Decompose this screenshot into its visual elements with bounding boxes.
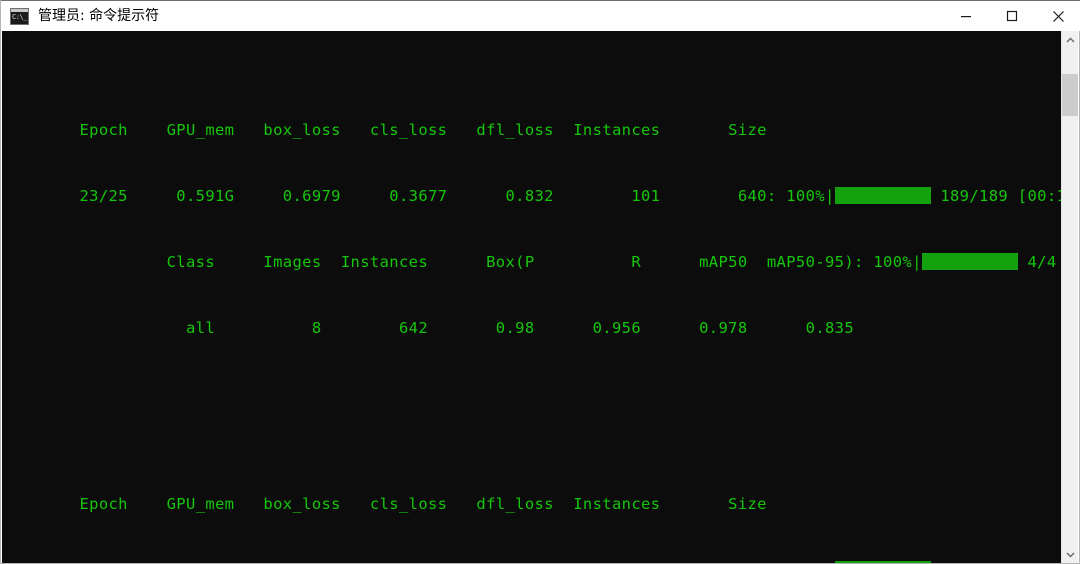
train-progress-suffix: 189/189 [00:15<00:00, 1 [931, 561, 1063, 563]
val-header-text: Class Images Instances Box(P R mAP50 mAP… [2, 253, 922, 271]
command-prompt-window: C:\_ 管理员: 命令提示符 Epoch GPU_mem box_loss c… [0, 0, 1080, 564]
val-progress-suffix: 4/4 [00:00<0 [1027, 253, 1057, 271]
val-header-row: Class Images Instances Box(P R mAP50 mAP… [2, 251, 1063, 273]
scroll-down-button[interactable] [1062, 546, 1078, 563]
val-values-text: all 8 642 0.98 0.956 0.978 0.835 [2, 319, 854, 337]
epoch-header-text: Epoch GPU_mem box_loss cls_loss dfl_loss… [2, 121, 767, 139]
close-button[interactable] [1035, 1, 1080, 32]
title-bar[interactable]: C:\_ 管理员: 命令提示符 [1, 0, 1080, 31]
console-icon-glyph: C:\_ [12, 12, 27, 21]
scrollbar-thumb[interactable] [1062, 74, 1078, 116]
scrollbar-track[interactable] [1062, 48, 1078, 546]
console-text: Epoch GPU_mem box_loss cls_loss dfl_loss… [2, 31, 1063, 563]
epoch-header-row: Epoch GPU_mem box_loss cls_loss dfl_loss… [2, 493, 1063, 515]
epoch-values-row: 24/25 0.631G 0.7003 0.3637 0.8319 169 64… [2, 559, 1063, 563]
val-values-row: all 8 642 0.98 0.956 0.978 0.835 [2, 317, 1063, 339]
console-output-area[interactable]: Epoch GPU_mem box_loss cls_loss dfl_loss… [2, 31, 1063, 563]
epoch-values-text: 23/25 0.591G 0.6979 0.3677 0.832 101 640… [2, 187, 835, 205]
console-icon: C:\_ [10, 7, 29, 25]
epoch-values-text: 24/25 0.631G 0.7003 0.3637 0.8319 169 64… [2, 561, 835, 563]
minimize-button[interactable] [943, 1, 989, 32]
val-progress-bar [921, 253, 1018, 270]
train-progress-suffix: 189/189 [00:15<00:00, 1 [940, 187, 1063, 205]
scroll-up-button[interactable] [1062, 31, 1078, 48]
train-progress-bar [834, 561, 931, 563]
epoch-header-text: Epoch GPU_mem box_loss cls_loss dfl_loss… [2, 495, 767, 513]
train-progress-bar [834, 187, 931, 204]
console-icon-topbar [11, 8, 28, 12]
vertical-scrollbar[interactable] [1061, 31, 1078, 563]
maximize-button[interactable] [989, 1, 1035, 32]
epoch-header-row: Epoch GPU_mem box_loss cls_loss dfl_loss… [2, 119, 1063, 141]
window-controls [943, 1, 1080, 32]
epoch-values-row: 23/25 0.591G 0.6979 0.3677 0.832 101 640… [2, 185, 1063, 207]
window-title: 管理员: 命令提示符 [38, 7, 160, 24]
